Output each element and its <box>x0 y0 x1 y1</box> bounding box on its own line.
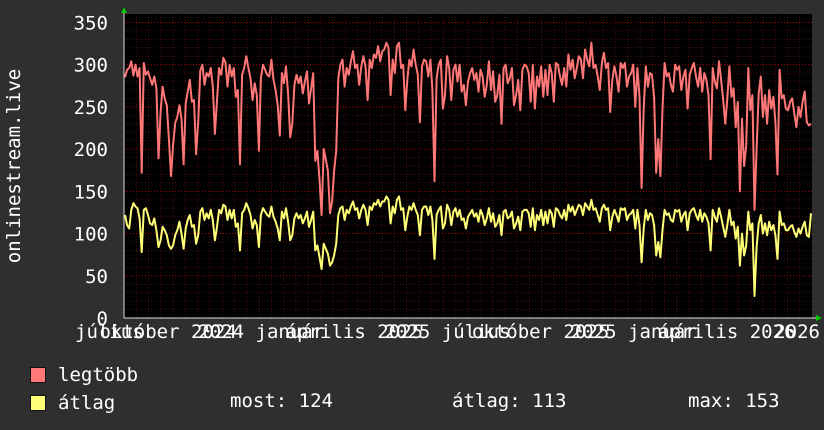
stat-max: max: 153 <box>688 390 780 412</box>
legend-item-atlag: átlag <box>30 392 115 414</box>
y-tick-label: 100 <box>74 224 108 246</box>
legend-label-atlag: átlag <box>58 392 116 414</box>
stat-atlag: átlag: 113 <box>452 390 567 412</box>
y-axis-arrow <box>121 7 127 13</box>
y-axis-label: onlinestream.live <box>3 69 25 263</box>
y-tick-label: 250 <box>74 97 108 119</box>
y-tick-label: 300 <box>74 55 108 77</box>
stat-most: most: 124 <box>230 390 333 412</box>
y-tick-label: 350 <box>74 12 108 34</box>
legtobb-swatch <box>30 367 46 383</box>
x-tick-labels: júliusoktóber 20242024 januáráprilis 202… <box>75 321 820 343</box>
legend-item-legtobb: legtöbb <box>30 364 138 386</box>
y-tick-labels: 050100150200250300350 <box>74 12 108 330</box>
y-tick-label: 50 <box>85 266 108 288</box>
x-tick-label: 2026 <box>774 321 820 343</box>
y-tick-label: 200 <box>74 139 108 161</box>
y-tick-label: 150 <box>74 181 108 203</box>
legend-label-legtobb: legtöbb <box>58 364 139 386</box>
atlag-swatch <box>30 395 46 411</box>
